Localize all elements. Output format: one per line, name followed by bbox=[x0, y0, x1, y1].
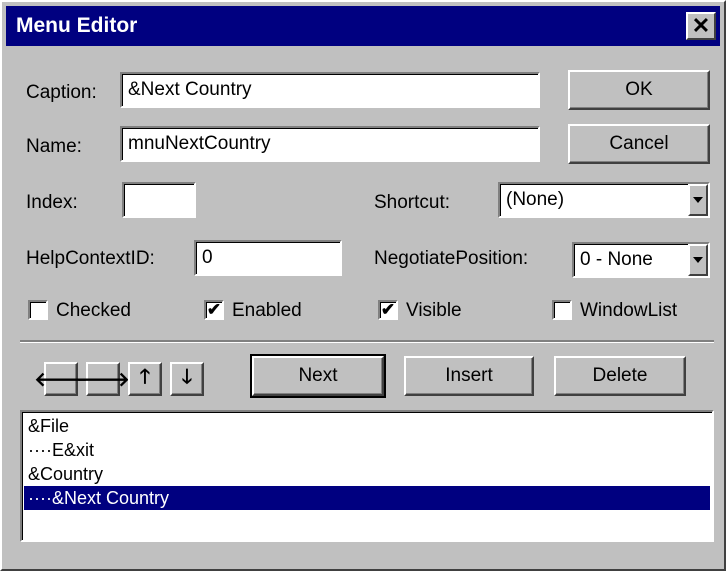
shortcut-select[interactable]: (None) bbox=[498, 182, 710, 218]
checked-label[interactable]: Checked bbox=[56, 300, 131, 322]
chevron-down-icon[interactable] bbox=[688, 184, 708, 216]
arrow-up-icon: 🡑 bbox=[139, 366, 151, 388]
negotiate-position-label: NegotiatePosition: bbox=[374, 248, 529, 269]
next-button[interactable]: Next bbox=[250, 354, 386, 398]
enabled-checkbox[interactable]: ✔ bbox=[204, 300, 224, 320]
index-field[interactable] bbox=[122, 182, 196, 218]
list-item[interactable]: &Country bbox=[24, 462, 710, 486]
list-item[interactable]: &File bbox=[24, 414, 710, 438]
checked-checkbox[interactable] bbox=[28, 300, 48, 320]
close-button[interactable]: ✕ bbox=[686, 12, 716, 40]
shortcut-label: Shortcut: bbox=[374, 192, 451, 213]
move-down-button[interactable]: 🡓 bbox=[170, 362, 204, 396]
help-context-id-field[interactable]: 0 bbox=[194, 240, 342, 276]
close-icon: ✕ bbox=[691, 13, 711, 38]
title-bar[interactable]: Menu Editor ✕ bbox=[6, 6, 720, 46]
window-title: Menu Editor bbox=[16, 14, 138, 37]
menu-list[interactable]: &File ····E&xit &Country ····&Next Count… bbox=[20, 410, 714, 542]
caption-label: Caption: bbox=[26, 82, 97, 103]
name-label: Name: bbox=[26, 136, 82, 157]
shortcut-value: (None) bbox=[506, 189, 565, 210]
negotiate-position-value: 0 - None bbox=[580, 249, 653, 270]
chevron-down-icon[interactable] bbox=[688, 244, 708, 276]
move-left-button[interactable]: 🡐 bbox=[34, 362, 88, 396]
menu-editor-window: Menu Editor ✕ Caption: &Next Country Nam… bbox=[0, 0, 726, 571]
negotiate-position-select[interactable]: 0 - None bbox=[572, 242, 710, 278]
arrow-down-icon: 🡓 bbox=[181, 366, 193, 388]
index-label: Index: bbox=[26, 192, 78, 213]
ok-button[interactable]: OK bbox=[568, 70, 710, 110]
help-context-id-label: HelpContextID: bbox=[26, 248, 155, 269]
cancel-button[interactable]: Cancel bbox=[568, 124, 710, 164]
caption-field[interactable]: &Next Country bbox=[120, 72, 540, 108]
delete-button[interactable]: Delete bbox=[554, 356, 686, 396]
enabled-label[interactable]: Enabled bbox=[232, 300, 302, 322]
move-right-button[interactable]: 🡒 bbox=[76, 362, 130, 396]
visible-label[interactable]: Visible bbox=[406, 300, 462, 322]
windowlist-label[interactable]: WindowList bbox=[580, 300, 677, 322]
list-item[interactable]: ····E&xit bbox=[24, 438, 710, 462]
separator-highlight bbox=[20, 342, 714, 343]
list-item-selected[interactable]: ····&Next Country bbox=[24, 486, 710, 510]
visible-checkbox[interactable]: ✔ bbox=[378, 300, 398, 320]
name-field[interactable]: mnuNextCountry bbox=[120, 126, 540, 162]
windowlist-checkbox[interactable] bbox=[552, 300, 572, 320]
insert-button[interactable]: Insert bbox=[404, 356, 534, 396]
move-up-button[interactable]: 🡑 bbox=[128, 362, 162, 396]
arrow-right-icon: 🡒 bbox=[76, 368, 130, 391]
